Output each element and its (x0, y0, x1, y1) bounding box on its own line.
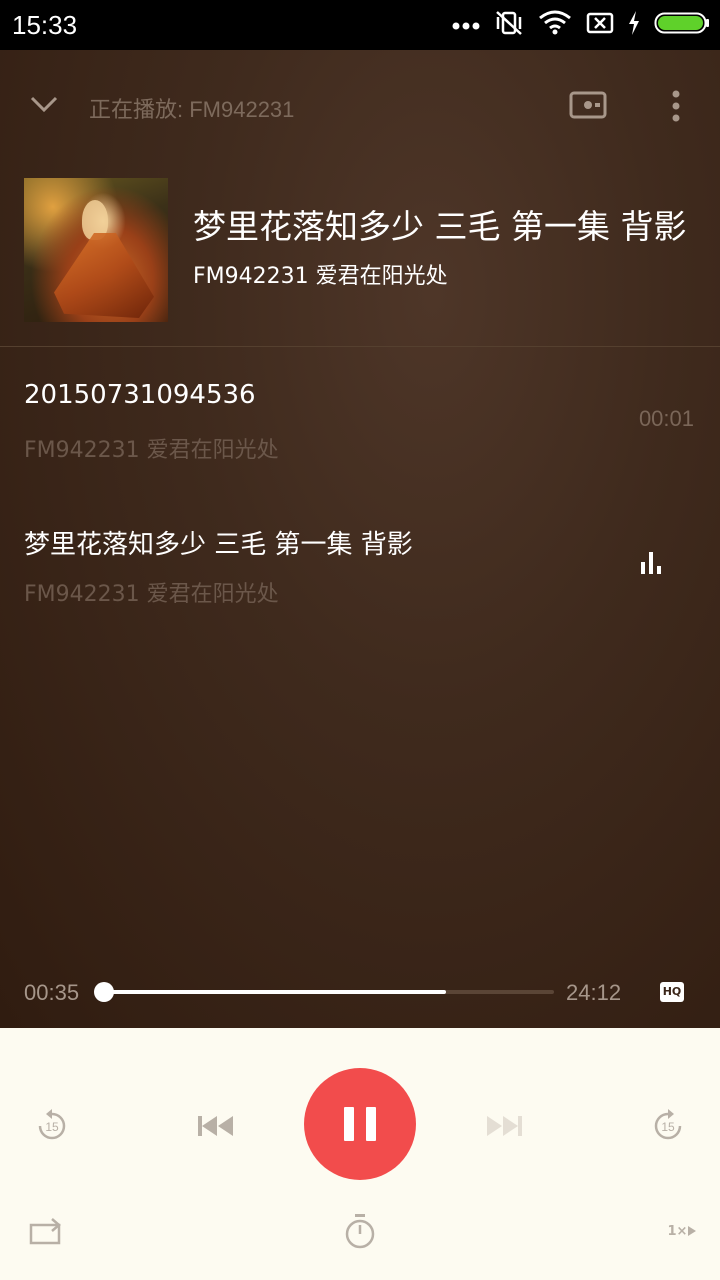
playlist-item-duration: 00:01 (638, 406, 694, 431)
collapse-chevron-icon[interactable] (26, 86, 62, 122)
seek-bar[interactable] (94, 982, 554, 1002)
hq-badge[interactable]: HQ (660, 982, 684, 1002)
sim-off-icon (586, 11, 614, 39)
rewind-15-icon[interactable]: 15 (30, 1104, 74, 1148)
now-playing-label: 正在播放: FM942231 (89, 97, 295, 122)
repeat-icon[interactable] (26, 1214, 66, 1250)
radio-icon[interactable] (568, 88, 608, 122)
vibrate-off-icon (494, 9, 524, 41)
svg-text:15: 15 (45, 1120, 59, 1134)
pause-icon (338, 1107, 382, 1141)
forward-15-icon[interactable]: 15 (646, 1104, 690, 1148)
status-bar: 15:33 (0, 0, 720, 50)
progress-area: 00:35 24:12 HQ (0, 970, 720, 1015)
status-time: 15:33 (12, 10, 78, 40)
playlist-item[interactable]: 20150731094536 FM942231 爱君在阳光处 00:01 (0, 380, 720, 510)
playlist-item-title: 梦里花落知多少 三毛 第一集 背影 (24, 530, 413, 560)
speed-label: 1× (667, 1223, 688, 1239)
track-title: 梦里花落知多少 三毛 第一集 背影 (193, 207, 687, 246)
seek-knob[interactable] (94, 982, 114, 1002)
battery-icon (654, 11, 710, 39)
next-icon[interactable] (482, 1108, 526, 1144)
playlist-item-subtitle: FM942231 爱君在阳光处 (24, 438, 279, 463)
speed-icon[interactable]: 1× (664, 1218, 700, 1244)
playlist-item-title: 20150731094536 (24, 380, 256, 410)
current-time: 00:35 (24, 980, 80, 1005)
wifi-icon (538, 10, 572, 40)
more-dots-icon (452, 16, 480, 35)
playlist-item-subtitle: FM942231 爱君在阳光处 (24, 582, 279, 607)
total-time: 24:12 (566, 980, 622, 1005)
controls-panel: 15 15 1× (0, 1028, 720, 1280)
pause-button[interactable] (304, 1068, 416, 1180)
divider (0, 346, 720, 347)
more-vertical-icon[interactable] (664, 86, 688, 126)
charging-icon (628, 11, 640, 39)
track-subtitle: FM942231 爱君在阳光处 (193, 264, 448, 289)
equalizer-icon (640, 550, 664, 578)
timer-icon[interactable] (340, 1210, 380, 1252)
seek-bar-buffer (104, 990, 446, 994)
previous-icon[interactable] (194, 1108, 238, 1144)
album-cover (24, 178, 168, 322)
svg-text:15: 15 (661, 1120, 675, 1134)
playlist-item-playing[interactable]: 梦里花落知多少 三毛 第一集 背影 FM942231 爱君在阳光处 (0, 524, 720, 654)
